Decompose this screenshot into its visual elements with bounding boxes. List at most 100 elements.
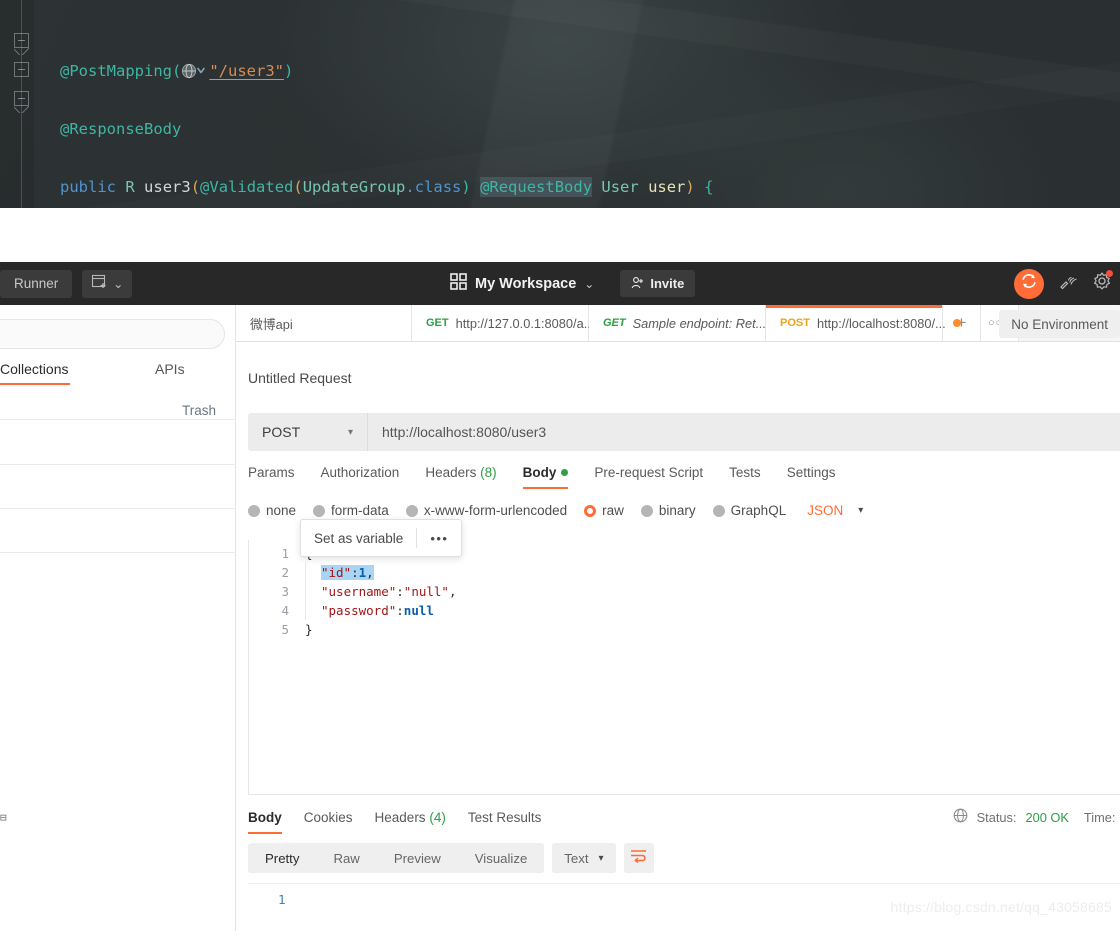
param-type-user: User <box>601 178 638 196</box>
invite-button[interactable]: Invite <box>620 270 695 297</box>
sidebar-tab-collections[interactable]: Collections <box>0 361 68 377</box>
workspace-chevron-down-icon[interactable]: ⌄ <box>584 277 594 291</box>
class-updategroup: UpdateGroup <box>303 178 406 196</box>
request-tab-1[interactable]: GET http://127.0.0.1:8080/a... <box>412 305 589 341</box>
tab-body[interactable]: Body <box>523 465 569 489</box>
popover-more-button[interactable]: ••• <box>417 531 461 546</box>
request-tab-2-method: GET <box>603 317 626 329</box>
tab-params-label: Params <box>248 465 295 480</box>
settings-notification-dot <box>1106 270 1113 277</box>
runner-button[interactable]: Runner <box>0 270 72 298</box>
response-tab-test-results[interactable]: Test Results <box>468 810 542 834</box>
request-tab-3[interactable]: POST http://localhost:8080/... <box>766 305 943 341</box>
tab-authorization-label: Authorization <box>321 465 400 480</box>
editor-row-5: } <box>305 622 313 637</box>
response-view-modes: Pretty Raw Preview Visualize <box>248 843 544 873</box>
tab-pre-request-script[interactable]: Pre-request Script <box>594 465 703 489</box>
satellite-icon <box>1058 271 1078 291</box>
method-select[interactable]: POST ▾ <box>248 413 368 451</box>
sidebar: Collections APIs Trash ⊟ <box>0 305 236 931</box>
grid-icon <box>450 273 467 295</box>
code-fold-arrow-1[interactable] <box>14 48 29 55</box>
code-fold-marker-3[interactable] <box>14 91 29 106</box>
view-mode-pretty[interactable]: Pretty <box>248 851 316 866</box>
paren-open-1: ( <box>191 178 200 196</box>
response-tab-headers[interactable]: Headers (4) <box>375 810 446 834</box>
body-mode-binary[interactable]: binary <box>641 503 696 518</box>
request-tab-3-label: http://localhost:8080/... <box>817 316 946 331</box>
workspace-name[interactable]: My Workspace <box>475 276 576 292</box>
tab-tests-label: Tests <box>729 465 761 480</box>
tab-authorization[interactable]: Authorization <box>321 465 400 489</box>
response-format-select[interactable]: Text ▾ <box>552 843 615 873</box>
paren-open-2: ( <box>293 178 302 196</box>
editor-row-5-text: } <box>305 622 313 637</box>
satellite-button[interactable] <box>1058 271 1078 296</box>
sidebar-tab-apis[interactable]: APIs <box>155 361 185 377</box>
editor-row-3-comma: , <box>449 584 457 599</box>
editor-row-4-key: "password" <box>321 603 396 618</box>
response-tab-cookies-label: Cookies <box>304 810 353 825</box>
dot-class: .class <box>405 178 461 196</box>
url-input[interactable]: http://localhost:8080/user3 <box>368 413 1120 451</box>
view-mode-visualize[interactable]: Visualize <box>458 851 545 866</box>
tab-headers[interactable]: Headers (8) <box>425 465 496 489</box>
globe-icon <box>953 808 968 826</box>
editor-row-2-colon: : <box>351 565 359 580</box>
paren-close-3: ) <box>685 178 694 196</box>
code-fold-arrow-3[interactable] <box>14 106 29 113</box>
request-tab-3-unsaved-dot <box>953 319 961 327</box>
brace-open: { <box>704 178 713 196</box>
body-mode-none[interactable]: none <box>248 503 296 518</box>
source-code[interactable]: @PostMapping("/user3") @ResponseBody pub… <box>60 28 713 208</box>
body-mode-urlencoded[interactable]: x-www-form-urlencoded <box>406 503 567 518</box>
request-tab-2-label: Sample endpoint: Ret... <box>633 316 767 331</box>
sync-icon <box>1020 272 1038 295</box>
main-panel: 微博api GET http://127.0.0.1:8080/a... GET… <box>236 305 1120 931</box>
line-number-2: 2 <box>267 565 289 580</box>
new-tab-button[interactable]: + <box>943 305 981 341</box>
set-as-variable-button[interactable]: Set as variable <box>301 531 416 546</box>
editor-row-4-colon: : <box>396 603 404 618</box>
request-tab-1-method: GET <box>426 317 449 329</box>
annotation-postmapping: @PostMapping( <box>60 62 181 80</box>
tab-params[interactable]: Params <box>248 465 295 489</box>
response-tab-cookies[interactable]: Cookies <box>304 810 353 834</box>
request-tab-0[interactable]: 微博api <box>236 305 412 341</box>
request-body-editor[interactable]: 1 { 2 "id":1, 3 "username":"null", 4 "pa… <box>248 540 1120 795</box>
body-mode-form-data[interactable]: form-data <box>313 503 389 518</box>
line-number-5: 5 <box>267 622 289 637</box>
annotation-requestbody: @RequestBody <box>480 177 592 197</box>
editor-row-3-key: "username" <box>321 584 396 599</box>
request-tab-1-label: http://127.0.0.1:8080/a... <box>456 316 595 331</box>
collection-item-glyph[interactable]: ⊟ <box>0 811 7 824</box>
environment-selector[interactable]: No Environment <box>999 310 1120 338</box>
response-tab-body[interactable]: Body <box>248 810 282 834</box>
header-actions <box>1014 262 1112 305</box>
view-mode-preview[interactable]: Preview <box>377 851 458 866</box>
sidebar-tabs: Collections APIs <box>0 361 236 391</box>
tab-settings[interactable]: Settings <box>787 465 836 489</box>
response-line-number-1: 1 <box>278 892 286 907</box>
settings-button[interactable] <box>1092 271 1112 296</box>
code-fold-marker-2[interactable] <box>14 62 29 77</box>
body-mode-raw[interactable]: raw <box>584 503 624 518</box>
body-mode-graphql[interactable]: GraphQL <box>713 503 787 518</box>
paren-close-2: ) <box>461 178 470 196</box>
body-active-dot <box>561 469 568 476</box>
radio-form-data-icon <box>313 505 325 517</box>
sync-button[interactable] <box>1014 269 1044 299</box>
word-wrap-button[interactable] <box>624 843 654 873</box>
trash-link[interactable]: Trash <box>182 403 216 418</box>
tab-tests[interactable]: Tests <box>729 465 761 489</box>
view-mode-raw[interactable]: Raw <box>316 851 376 866</box>
new-window-button[interactable]: ⌄ <box>82 270 132 298</box>
web-endpoint-icon[interactable] <box>181 63 209 79</box>
body-format-caret-icon[interactable]: ▾ <box>858 505 863 516</box>
request-tab-strip: 微博api GET http://127.0.0.1:8080/a... GET… <box>236 305 1120 342</box>
request-tab-2[interactable]: GET Sample endpoint: Ret... <box>589 305 766 341</box>
code-fold-marker-1[interactable] <box>14 33 29 48</box>
tab-settings-label: Settings <box>787 465 836 480</box>
body-format-select[interactable]: JSON <box>807 503 843 518</box>
search-input[interactable] <box>0 319 225 349</box>
